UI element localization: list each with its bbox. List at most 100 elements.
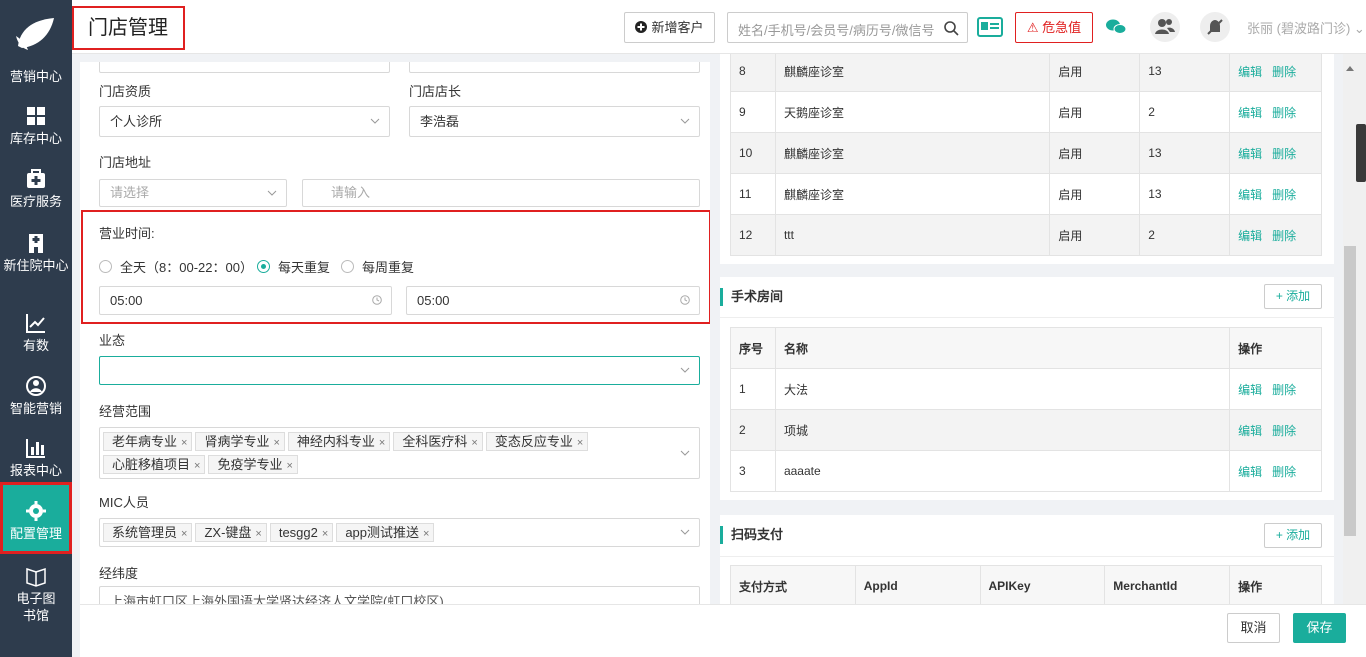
sidebar-item-marketing[interactable]: 营销中心 <box>0 68 72 85</box>
warning-icon: ⚠ <box>1026 20 1039 35</box>
sidebar-item-inpatient[interactable]: 新住院中心 <box>0 232 72 274</box>
wechat-icon[interactable] <box>1101 12 1131 42</box>
divider <box>720 556 1334 557</box>
hours-option-daily[interactable]: 每天重复 <box>257 257 330 276</box>
grid-icon <box>27 107 45 125</box>
close-icon[interactable]: × <box>286 460 292 472</box>
add-surgery-room-button[interactable]: + 添加 <box>1264 284 1322 309</box>
sidebar-item-medical[interactable]: 医疗服务 <box>0 168 72 210</box>
row-name: aaaate <box>774 450 1231 492</box>
close-icon[interactable]: × <box>273 437 279 449</box>
mic-tag-label: tesgg2 <box>278 525 318 540</box>
delete-link[interactable]: 删除 <box>1272 383 1296 397</box>
sidebar-item-label: 新住院中心 <box>3 258 69 273</box>
edit-link[interactable]: 编辑 <box>1238 229 1262 243</box>
cancel-button[interactable]: 取消 <box>1227 613 1280 643</box>
new-customer-label: 新增客户 <box>651 20 704 35</box>
chevron-down-icon <box>267 190 277 196</box>
qualification-select[interactable]: 个人诊所 <box>99 106 390 137</box>
mic-staff-select[interactable]: 系统管理员 × ZX-键盘 × tesgg2 × app测试推送 × <box>99 518 700 547</box>
delete-link[interactable]: 删除 <box>1272 188 1296 202</box>
close-icon[interactable]: × <box>181 437 187 449</box>
user-group-button[interactable] <box>1150 12 1180 42</box>
delete-link[interactable]: 删除 <box>1272 65 1296 79</box>
edit-link[interactable]: 编辑 <box>1238 465 1262 479</box>
sidebar: 营销中心 库存中心 医疗服务 新住院中心 有数 智能营销 报表中心 配置管理 电… <box>0 0 72 657</box>
business-type-select[interactable] <box>99 356 700 385</box>
chevron-down-icon <box>680 450 690 456</box>
close-icon[interactable]: × <box>181 528 187 540</box>
truncated-select-top-left[interactable] <box>99 62 390 73</box>
scope-tag: 心脏移植项目 × <box>103 455 206 474</box>
column-header: MerchantId <box>1104 565 1231 604</box>
edit-link[interactable]: 编辑 <box>1238 188 1262 202</box>
table-row: 1 大法 编辑 删除 <box>730 368 1322 410</box>
scroll-up-arrow-icon[interactable] <box>1346 66 1354 71</box>
sidebar-item-config[interactable]: 配置管理 <box>0 482 72 554</box>
row-count: 13 <box>1139 54 1231 92</box>
row-actions: 编辑 删除 <box>1229 132 1322 174</box>
row-status: 启用 <box>1049 54 1141 92</box>
close-icon[interactable]: × <box>322 528 328 540</box>
chevron-down-icon: ⌄ <box>1353 21 1365 36</box>
delete-link[interactable]: 删除 <box>1272 147 1296 161</box>
close-icon[interactable]: × <box>471 437 477 449</box>
sidebar-item-reports[interactable]: 报表中心 <box>0 437 72 479</box>
hospital-building-icon <box>29 234 43 253</box>
right-panel: 8 麒麟座诊室 启用 13 编辑 删除 9 天鹅座诊室 启用 2 编辑 删除 10 麒麟座诊室 启用… <box>720 54 1334 604</box>
address-detail-input[interactable]: 请输入 <box>302 179 700 207</box>
column-header: AppId <box>854 565 981 604</box>
search-icon[interactable] <box>943 20 959 36</box>
critical-value-button[interactable]: ⚠ 危急值 <box>1015 12 1093 43</box>
sidebar-item-inventory[interactable]: 库存中心 <box>0 105 72 147</box>
address-region-select[interactable]: 请选择 <box>99 179 287 207</box>
delete-link[interactable]: 删除 <box>1272 424 1296 438</box>
scope-tag-label: 免疫学专业 <box>217 457 283 472</box>
edit-link[interactable]: 编辑 <box>1238 424 1262 438</box>
close-icon[interactable]: × <box>379 437 385 449</box>
hours-option-allday[interactable]: 全天（8：00-22：00） <box>99 257 253 276</box>
notification-mute-button[interactable] <box>1200 12 1230 42</box>
hours-option-weekly[interactable]: 每周重复 <box>341 257 414 276</box>
time-end-input[interactable]: 05:00 <box>406 286 700 315</box>
edit-link[interactable]: 编辑 <box>1238 383 1262 397</box>
medical-kit-icon <box>27 169 45 188</box>
footer-bar: 取消 保存 <box>80 604 1366 657</box>
table-row: 9 天鹅座诊室 启用 2 编辑 删除 <box>730 91 1322 133</box>
sidebar-item-data[interactable]: 有数 <box>0 312 72 354</box>
search-input[interactable]: 姓名/手机号/会员号/病历号/微信号 <box>727 12 968 43</box>
close-icon[interactable]: × <box>255 528 261 540</box>
delete-link[interactable]: 删除 <box>1272 465 1296 479</box>
delete-link[interactable]: 删除 <box>1272 229 1296 243</box>
close-icon[interactable]: × <box>194 460 200 472</box>
truncated-select-top-right[interactable] <box>409 62 700 73</box>
add-payment-button[interactable]: + 添加 <box>1264 523 1322 548</box>
user-menu[interactable]: 张丽 (碧波路门诊) ⌄ <box>1247 18 1365 37</box>
edit-link[interactable]: 编辑 <box>1238 65 1262 79</box>
close-icon[interactable]: × <box>423 528 429 540</box>
trend-chart-icon <box>26 314 45 333</box>
sidebar-item-library[interactable]: 电子图书馆 <box>0 565 72 624</box>
delete-link[interactable]: 删除 <box>1272 106 1296 120</box>
row-no: 12 <box>730 214 776 256</box>
business-scope-select[interactable]: 老年病专业 × 肾病学专业 × 神经内科专业 × 全科医疗科 × 变态反应专业 ×心脏移植项目 × 免… <box>99 427 700 479</box>
latlng-value: 上海市虹口区上海外国语大学贤达经济人文学院(虹口校区) <box>110 594 444 604</box>
sidebar-item-smart-marketing[interactable]: 智能营销 <box>0 375 72 417</box>
critical-value-label: 危急值 <box>1042 20 1082 35</box>
close-icon[interactable]: × <box>577 437 583 449</box>
scrollbar-thumb[interactable] <box>1344 246 1356 536</box>
edit-link[interactable]: 编辑 <box>1238 147 1262 161</box>
id-card-icon[interactable] <box>975 12 1005 42</box>
time-start-input[interactable]: 05:00 <box>99 286 392 315</box>
row-no: 10 <box>730 132 776 174</box>
side-handle[interactable] <box>1356 124 1366 182</box>
manager-select[interactable]: 李浩磊 <box>409 106 700 137</box>
edit-link[interactable]: 编辑 <box>1238 106 1262 120</box>
latlng-input[interactable]: 上海市虹口区上海外国语大学贤达经济人文学院(虹口校区) <box>99 586 700 604</box>
save-button[interactable]: 保存 <box>1293 613 1346 643</box>
row-no: 1 <box>730 368 776 410</box>
row-no: 2 <box>730 409 776 451</box>
new-customer-button[interactable]: 新增客户 <box>624 12 715 43</box>
scrollbar[interactable] <box>1343 54 1366 604</box>
scope-tag-label: 肾病学专业 <box>204 434 270 449</box>
